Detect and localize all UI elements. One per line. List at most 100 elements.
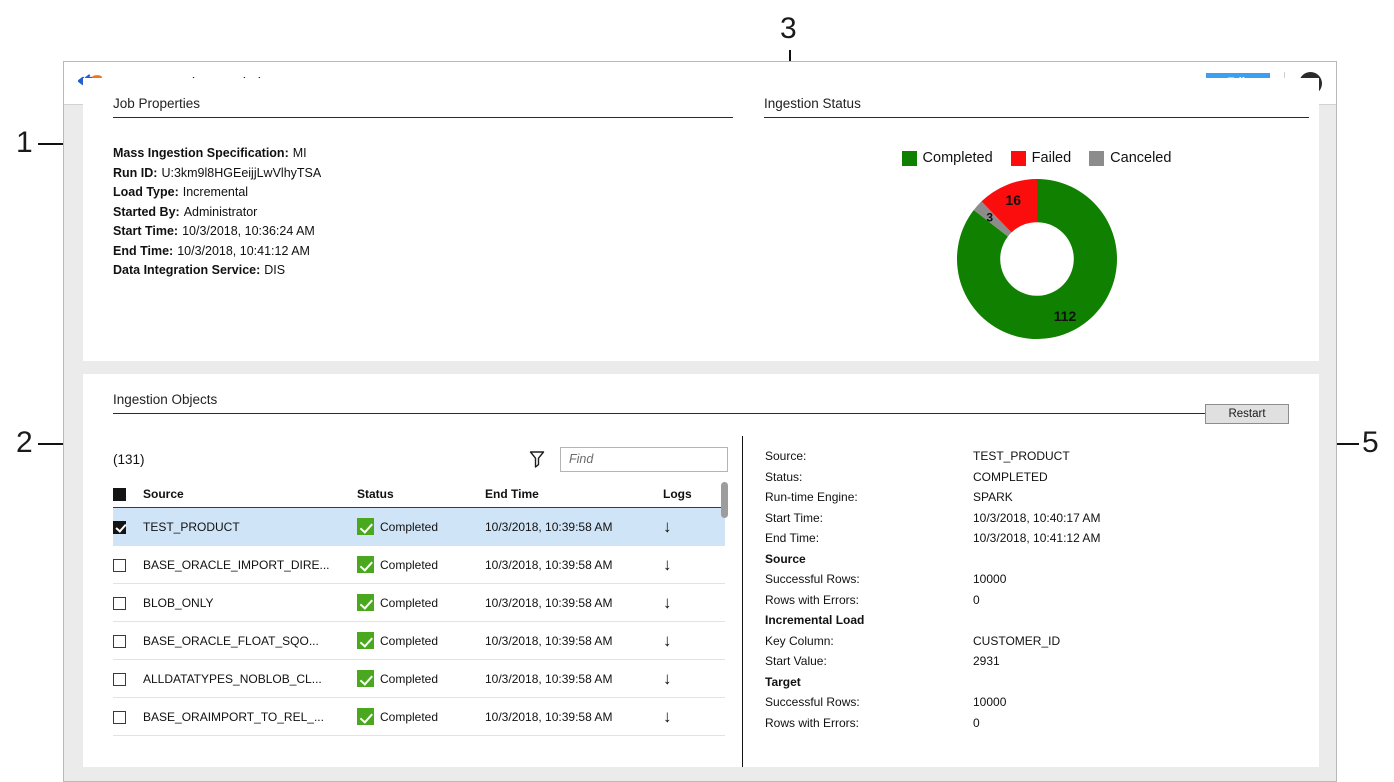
column-header-logs[interactable]: Logs	[663, 482, 725, 509]
callout-2: 2	[16, 426, 33, 459]
job-property-row: Started By: Administrator	[113, 203, 733, 223]
restart-button[interactable]: Restart	[1205, 404, 1289, 424]
detail-value: CUSTOMER_ID	[973, 633, 1061, 648]
status-label: Completed	[380, 595, 439, 610]
donut-label-completed: 112	[1053, 308, 1076, 324]
object-count: (131)	[113, 451, 145, 467]
download-arrow-icon[interactable]: ↓	[663, 707, 672, 726]
table-header: Source Status End Time Logs	[113, 482, 725, 509]
job-property-value: Administrator	[183, 204, 258, 219]
list-toolbar: (131)	[113, 442, 728, 476]
job-property-value: 10/3/2018, 10:36:24 AM	[182, 224, 315, 238]
ingestion-status-donut-chart: 112 3 16	[764, 174, 1309, 344]
check-icon	[357, 518, 374, 536]
cell-status: Completed	[357, 697, 485, 737]
job-property-value: MI	[292, 146, 307, 160]
table-row[interactable]: BLOB_ONLY Completed 10/3/2018, 10:39:58 AM…	[113, 583, 725, 623]
table-row[interactable]: BASE_ORACLE_IMPORT_DIRE... Completed 10/3/…	[113, 545, 725, 585]
check-icon	[357, 594, 374, 612]
job-property-label: Started By:	[113, 204, 180, 219]
detail-group-heading: Target	[765, 674, 801, 689]
detail-value: 10/3/2018, 10:40:17 AM	[973, 510, 1101, 525]
status-badge: Completed	[357, 594, 485, 612]
job-properties-title: Job Properties	[113, 96, 201, 111]
job-property-value: U:3km9l8HGEeijjLwVlhyTSA	[161, 165, 322, 180]
download-arrow-icon[interactable]: ↓	[663, 555, 672, 574]
status-label: Completed	[380, 671, 439, 686]
legend-label-completed: Completed	[922, 150, 993, 166]
detail-row: Successful Rows: 10000	[765, 692, 1293, 713]
download-arrow-icon[interactable]: ↓	[663, 593, 672, 612]
status-badge: Completed	[357, 632, 485, 650]
row-checkbox[interactable]	[113, 520, 126, 534]
column-header-status[interactable]: Status	[357, 482, 485, 509]
download-arrow-icon[interactable]: ↓	[663, 631, 672, 650]
detail-value: 2931	[973, 654, 1000, 668]
status-badge: Completed	[357, 556, 485, 574]
ingestion-objects-title: Ingestion Objects	[113, 392, 218, 407]
table-row[interactable]: ALLDATATYPES_NOBLOB_CL... Completed 10/3/2…	[113, 659, 725, 699]
check-icon	[357, 708, 374, 726]
cell-end-time: 10/3/2018, 10:39:58 AM	[485, 659, 663, 699]
ingestion-objects-header: Ingestion Objects Restart	[113, 392, 1289, 424]
job-property-label: End Time:	[113, 243, 174, 258]
row-checkbox[interactable]	[113, 558, 126, 572]
job-property-row: Run ID: U:3km9l8HGEeijjLwVlhyTSA	[113, 164, 733, 184]
status-label: Completed	[380, 633, 439, 648]
detail-label: Key Column:	[765, 633, 834, 648]
row-checkbox[interactable]	[113, 596, 126, 610]
detail-label: Source:	[765, 449, 807, 463]
row-checkbox[interactable]	[113, 672, 126, 686]
ingestion-objects-rule	[113, 413, 1289, 414]
filter-funnel-icon[interactable]	[526, 448, 548, 470]
job-properties-rule	[113, 117, 733, 118]
cell-status: Completed	[357, 507, 485, 547]
job-property-label: Start Time:	[113, 224, 179, 238]
detail-value: 10000	[973, 695, 1007, 709]
detail-row: Status: COMPLETED	[765, 467, 1293, 488]
select-all-checkbox[interactable]	[113, 488, 126, 502]
legend-label-failed: Failed	[1031, 150, 1072, 166]
cell-source: BLOB_ONLY	[143, 583, 357, 623]
download-arrow-icon[interactable]: ↓	[663, 517, 672, 536]
cell-source: BASE_ORACLE_FLOAT_SQO...	[143, 621, 357, 661]
row-select-cell	[113, 659, 143, 699]
cell-end-time: 10/3/2018, 10:39:58 AM	[485, 545, 663, 585]
cell-logs: ↓	[663, 697, 725, 737]
row-checkbox[interactable]	[113, 634, 126, 648]
cell-logs: ↓	[663, 583, 725, 623]
detail-value: SPARK	[973, 490, 1013, 504]
check-icon	[357, 670, 374, 688]
object-detail-panel: Source: TEST_PRODUCT Status: COMPLETED Run-t…	[743, 436, 1319, 767]
detail-row: Rows with Errors: 0	[765, 713, 1293, 734]
job-property-row: Start Time: 10/3/2018, 10:36:24 AM	[113, 222, 733, 242]
search-input[interactable]	[560, 446, 728, 472]
table-row[interactable]: TEST_PRODUCT Completed 10/3/2018, 10:39:58…	[113, 507, 725, 547]
detail-group-heading: Source	[765, 551, 806, 566]
callout-3: 3	[780, 12, 797, 45]
detail-row: Rows with Errors: 0	[765, 590, 1293, 611]
list-scrollbar[interactable]	[721, 482, 728, 767]
cell-source: ALLDATATYPES_NOBLOB_CL...	[143, 659, 357, 699]
column-header-source[interactable]: Source	[143, 482, 357, 509]
table-row[interactable]: BASE_ORAIMPORT_TO_REL_... Completed 10/3/2…	[113, 697, 725, 737]
legend-swatch-failed	[1010, 150, 1026, 166]
detail-label: Start Time:	[765, 510, 824, 525]
job-property-label: Data Integration Service:	[113, 263, 261, 277]
row-checkbox[interactable]	[113, 710, 126, 724]
legend-item-completed: Completed	[901, 150, 993, 166]
list-scrollbar-thumb[interactable]	[721, 482, 728, 518]
cell-logs: ↓	[663, 659, 725, 699]
cell-logs: ↓	[663, 507, 725, 547]
job-property-value: DIS	[264, 263, 286, 277]
callout-1: 1	[16, 126, 33, 159]
column-header-end-time[interactable]: End Time	[485, 482, 663, 509]
ingestion-status-panel: Ingestion Status Completed Failed Cancel…	[764, 96, 1309, 344]
download-arrow-icon[interactable]: ↓	[663, 669, 672, 688]
chart-legend: Completed Failed Canceled	[764, 150, 1309, 166]
table-row[interactable]: BASE_ORACLE_FLOAT_SQO... Completed 10/3/20…	[113, 621, 725, 661]
detail-label: End Time:	[765, 531, 820, 545]
table-body: TEST_PRODUCT Completed 10/3/2018, 10:39:58…	[113, 507, 725, 737]
job-property-label: Load Type:	[113, 185, 179, 199]
status-badge: Completed	[357, 518, 485, 536]
